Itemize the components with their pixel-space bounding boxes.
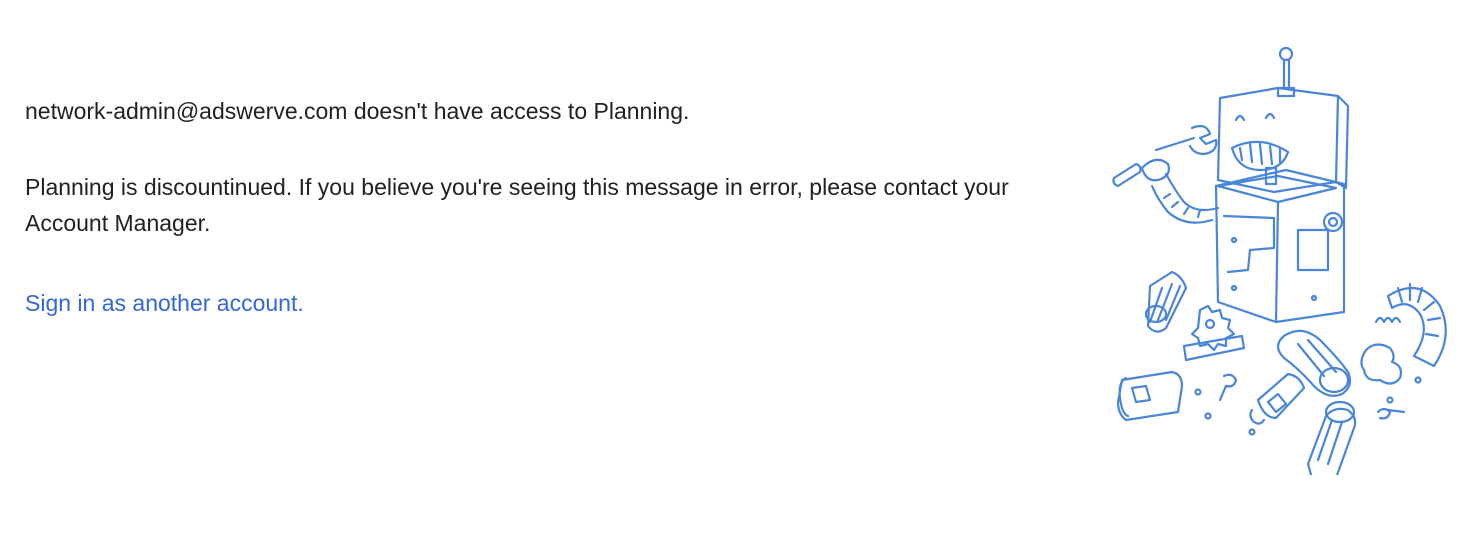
discontinued-message: Planning is discountinued. If you believ… <box>25 174 1009 236</box>
broken-robot-illustration <box>1108 40 1458 475</box>
signin-link-container: Sign in as another account. <box>25 285 1025 321</box>
sign-in-another-account-link[interactable]: Sign in as another account. <box>25 290 304 316</box>
access-denied-message: network-admin@adswerve.com doesn't have … <box>25 98 690 124</box>
error-message-block: network-admin@adswerve.com doesn't have … <box>25 93 1025 321</box>
error-page: network-admin@adswerve.com doesn't have … <box>0 0 1478 538</box>
